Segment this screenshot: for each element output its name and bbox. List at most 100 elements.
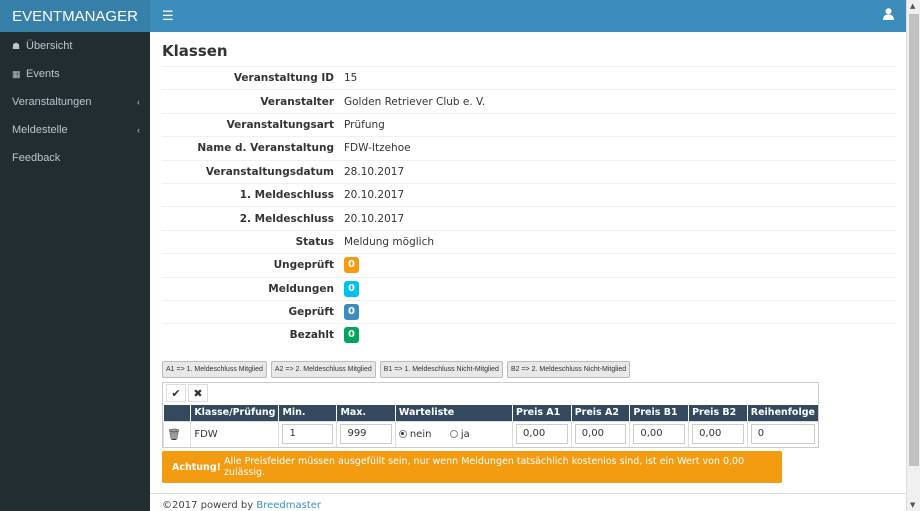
classes-table-panel: ✔ ✖ Klasse/Prüfung Min. Max. Warteliste … [162,382,819,448]
reihenfolge-cell: 0 [746,420,818,447]
preis-a1-input[interactable]: 0,00 [515,424,568,445]
sidebar-item-meldestelle[interactable]: Meldestelle ‹ [0,116,150,144]
detail-label: Geprüft [288,306,335,319]
main-content: Klassen Veranstaltung ID 15 Veranstalter G… [150,32,906,511]
detail-row-art: Veranstaltungsart Prüfung [162,112,896,136]
count-badge: 0 [344,257,359,274]
x-icon[interactable]: ✖ [188,384,208,402]
detail-row-ungeprueft: Ungeprüft 0 [162,253,896,276]
detail-row-veranstalter: Veranstalter Golden Retriever Club e. V. [162,89,896,112]
detail-label: Meldungen [268,282,334,295]
table-row: 🗑 FDW 1 999 nein ja 0,00 0,00 0,00 0,00 … [162,420,818,447]
column-header: Max. [336,405,396,421]
detail-row-geprueft: Geprüft 0 [162,299,896,323]
preis-b2-cell: 0,00 [688,420,748,447]
detail-row-meldungen: Meldungen 0 [162,276,896,300]
detail-value: 28.10.2017 [344,165,405,178]
chevron-left-icon: ‹ [137,97,140,107]
column-header: Klasse/Prüfung [190,405,279,421]
count-badge: 0 [344,280,359,297]
sidebar: ☗ Übersicht ▦ Events Veranstaltungen ‹ Meld… [0,32,150,511]
detail-label: 2. Meldeschluss [239,212,334,225]
preis-b1-input[interactable]: 0,00 [633,424,686,445]
klasse-cell: FDW [190,420,279,447]
detail-row-bezahlt: Bezahlt 0 [162,323,896,346]
scrollbar[interactable]: ▲ ▼ [906,0,920,511]
column-header [162,405,191,421]
home-icon: ☗ [12,40,21,51]
preis-a2-cell: 0,00 [570,420,630,447]
chevron-left-icon: ‹ [137,125,140,135]
detail-row-meldeschluss-1: 1. Meldeschluss 20.10.2017 [162,182,896,206]
warteliste-radio-ja[interactable] [449,429,458,438]
reihenfolge-input[interactable]: 0 [750,424,815,445]
table-toolbar: ✔ ✖ [163,383,818,405]
radio-label: nein [409,428,432,440]
preis-b2-input[interactable]: 0,00 [692,424,744,445]
check-icon[interactable]: ✔ [166,384,186,402]
column-header: Preis B1 [629,405,689,421]
max-input[interactable]: 999 [340,424,392,445]
page-title: Klassen [162,42,228,60]
detail-value: 15 [344,72,358,85]
detail-value: Meldung möglich [344,235,434,248]
detail-row-datum: Veranstaltungsdatum 28.10.2017 [162,159,896,183]
min-input[interactable]: 1 [282,424,334,445]
legend-tag: B1 => 1. Meldeschluss Nicht-Mitglied [379,361,503,378]
top-navbar: ☰ [150,0,906,32]
sidebar-item-uebersicht[interactable]: ☗ Übersicht [0,32,150,60]
column-header: Reihenfolge [746,405,818,421]
sidebar-item-veranstaltungen[interactable]: Veranstaltungen ‹ [0,88,150,116]
radio-label: ja [460,428,470,440]
min-cell: 1 [278,420,337,447]
detail-label: Status [295,235,334,248]
legend-tag: A1 => 1. Meldeschluss Mitglied [162,361,267,378]
sidebar-item-label: Übersicht [26,40,73,52]
detail-label: Veranstaltungsdatum [205,165,334,178]
preis-a2-input[interactable]: 0,00 [574,424,627,445]
detail-label: Ungeprüft [273,259,334,272]
count-badge: 0 [344,327,359,344]
preis-b1-cell: 0,00 [629,420,689,447]
scroll-down-icon[interactable]: ▼ [910,501,915,509]
bars-icon[interactable]: ☰ [162,9,174,24]
footer-link[interactable]: Breedmaster [256,500,321,511]
column-header: Preis A1 [511,405,572,421]
warteliste-radio-nein[interactable] [398,429,407,438]
price-legend: A1 => 1. Meldeschluss Mitglied A2 => 2. … [162,361,631,378]
column-header: Preis B2 [688,405,748,421]
detail-label: Veranstaltungsart [226,118,334,131]
scrollbar-thumb[interactable] [909,14,919,466]
sidebar-item-label: Veranstaltungen [12,96,92,108]
alert-text: Alle Preisfelder müssen ausgefüllt sein,… [223,456,745,478]
trash-icon[interactable]: 🗑 [167,428,181,441]
detail-value: 20.10.2017 [344,212,405,225]
table-header: Klasse/Prüfung Min. Max. Warteliste Prei… [162,405,818,421]
sidebar-item-events[interactable]: ▦ Events [0,60,150,88]
column-header: Min. [278,405,337,421]
scroll-up-icon[interactable]: ▲ [910,2,915,10]
preis-a1-cell: 0,00 [511,420,572,447]
detail-label: Name d. Veranstaltung [197,142,334,155]
count-badge: 0 [344,304,359,321]
app-logo[interactable]: EVENTMANAGER [0,0,150,32]
sidebar-item-label: Meldestelle [12,124,68,136]
detail-row-id: Veranstaltung ID 15 [162,66,896,89]
event-details: Veranstaltung ID 15 Veranstalter Golden Re… [162,66,896,347]
warning-alert: Achtung! Alle Preisfelder müssen ausgefü… [162,451,782,483]
max-cell: 999 [336,420,396,447]
sidebar-item-label: Events [26,68,60,80]
footer-text: ©2017 powerd by [162,500,254,511]
detail-label: Bezahlt [289,329,334,342]
legend-tag: B2 => 2. Meldeschluss Nicht-Mitglied [506,361,631,378]
detail-label: 1. Meldeschluss [239,189,334,202]
sidebar-item-feedback[interactable]: Feedback [0,144,150,172]
user-icon[interactable] [883,8,894,23]
delete-cell: 🗑 [162,420,191,447]
detail-label: Veranstaltung ID [233,72,334,85]
warteliste-cell: nein ja [394,420,513,447]
classes-table: Klasse/Prüfung Min. Max. Warteliste Prei… [162,405,818,447]
detail-row-status: Status Meldung möglich [162,229,896,253]
footer: ©2017 powerd by Breedmaster [150,493,906,511]
column-header: Warteliste [394,405,513,421]
